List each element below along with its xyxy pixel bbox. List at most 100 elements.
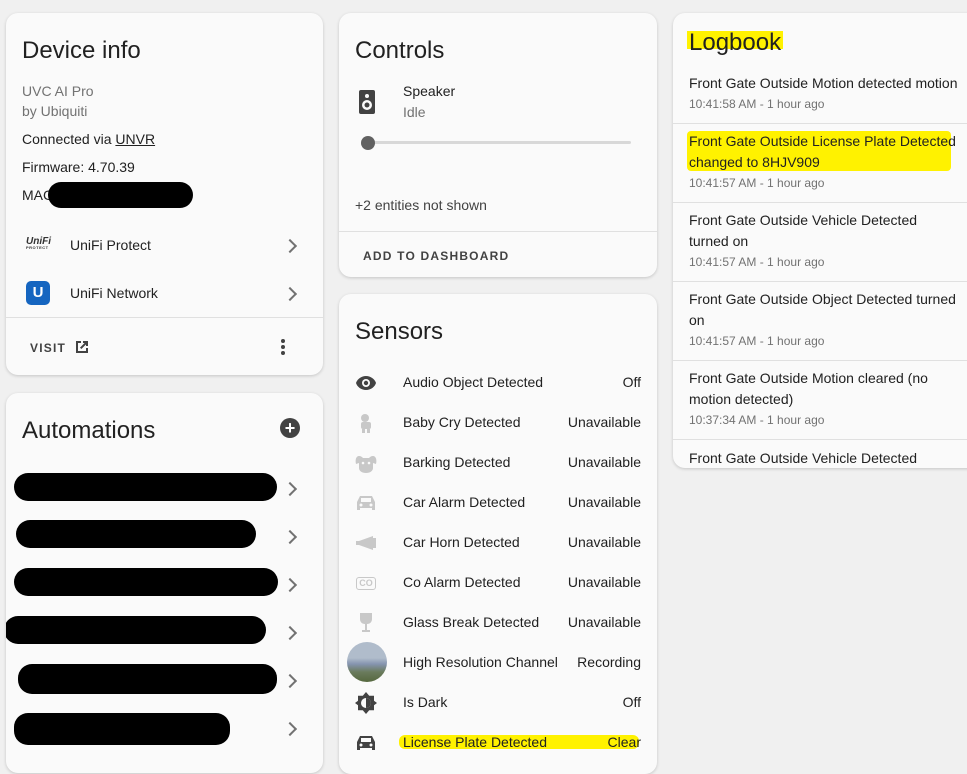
chevron-right-icon: [282, 625, 298, 641]
sensor-co-alarm[interactable]: CO Co Alarm Detected Unavailable: [339, 562, 657, 602]
dog-icon: [355, 452, 377, 474]
chevron-right-icon: [282, 238, 298, 254]
logbook-entry-text: Front Gate Outside Object Detected turne…: [689, 291, 956, 328]
chevron-right-icon: [282, 721, 298, 737]
sensor-state: Unavailable: [567, 614, 641, 630]
logbook-entry-time: 10:41:57 AM - 1 hour ago: [689, 255, 825, 269]
speaker-icon: [359, 90, 375, 114]
camera-thumbnail: [347, 642, 387, 682]
firmware-version: Firmware: 4.70.39: [22, 159, 135, 175]
connected-via-label: Connected via: [22, 131, 116, 147]
chevron-right-icon: [282, 577, 298, 593]
unifi-protect-logo-icon: UniFi PROTECT: [26, 236, 51, 250]
logbook-entry[interactable]: Front Gate Outside Motion detected motio…: [689, 73, 959, 111]
logbook-entry[interactable]: Front Gate Outside License Plate Detecte…: [689, 131, 959, 190]
divider: [673, 202, 967, 203]
sensor-state: Unavailable: [567, 494, 641, 510]
integration-unifi-network[interactable]: U UniFi Network: [6, 273, 323, 313]
add-to-dashboard-button[interactable]: ADD TO DASHBOARD: [363, 249, 509, 263]
redacted-automation[interactable]: [6, 616, 266, 644]
sensor-state: Recording: [577, 654, 641, 670]
device-info-title: Device info: [22, 37, 141, 64]
sensor-name: Barking Detected: [403, 454, 511, 470]
sensor-barking[interactable]: Barking Detected Unavailable: [339, 442, 657, 482]
redacted-automation[interactable]: [14, 568, 278, 596]
logbook-entry-time: 10:41:58 AM - 1 hour ago: [689, 97, 825, 111]
chevron-right-icon: [282, 481, 298, 497]
sensor-name: Co Alarm Detected: [403, 574, 521, 590]
car-icon: [355, 492, 377, 514]
sensor-name: Is Dark: [403, 694, 448, 710]
eye-icon: [355, 372, 377, 394]
co-icon: CO: [355, 572, 377, 594]
device-manufacturer: by Ubiquiti: [22, 103, 88, 119]
sensor-state: Off: [622, 694, 641, 710]
hidden-entities-note: +2 entities not shown: [355, 197, 487, 213]
car-icon: [355, 732, 377, 754]
automations-title: Automations: [22, 417, 156, 444]
chevron-right-icon: [282, 529, 298, 545]
sensor-high-res-channel[interactable]: High Resolution Channel Recording: [339, 642, 657, 682]
open-in-new-icon: [76, 341, 88, 353]
logbook-entry-time: 10:41:57 AM - 1 hour ago: [689, 176, 825, 190]
logbook-entry[interactable]: Front Gate Outside Vehicle Detected turn…: [689, 448, 959, 468]
sensor-car-horn[interactable]: Car Horn Detected Unavailable: [339, 522, 657, 562]
volume-slider-track[interactable]: [367, 141, 631, 144]
logbook-entry[interactable]: Front Gate Outside Object Detected turne…: [689, 289, 959, 348]
divider: [673, 123, 967, 124]
sensor-car-alarm[interactable]: Car Alarm Detected Unavailable: [339, 482, 657, 522]
logbook-entry-text: Front Gate Outside Vehicle Detected turn…: [689, 450, 918, 466]
logbook-entry-time: 10:37:34 AM - 1 hour ago: [689, 413, 825, 427]
divider: [673, 439, 967, 440]
visit-label: VISIT: [30, 341, 67, 355]
sensor-name: Car Horn Detected: [403, 534, 520, 550]
sensor-state: Unavailable: [567, 534, 641, 550]
integration-unifi-protect[interactable]: UniFi PROTECT UniFi Protect: [6, 225, 323, 265]
glass-icon: [355, 612, 377, 634]
horn-icon: [355, 532, 377, 554]
sensor-name: High Resolution Channel: [403, 654, 558, 670]
sensor-audio-object[interactable]: Audio Object Detected Off: [339, 362, 657, 402]
sensor-state: Unavailable: [567, 414, 641, 430]
redacted-automation[interactable]: [14, 713, 230, 745]
sensor-state: Unavailable: [567, 574, 641, 590]
logbook-entry[interactable]: Front Gate Outside Motion cleared (no mo…: [689, 368, 959, 427]
sensor-name: Car Alarm Detected: [403, 494, 526, 510]
redacted-automation[interactable]: [16, 520, 256, 548]
unvr-link[interactable]: UNVR: [115, 131, 155, 147]
sensors-title: Sensors: [355, 318, 444, 345]
redacted-automation[interactable]: [14, 473, 277, 501]
speaker-state: Idle: [403, 104, 426, 120]
logbook-title: Logbook: [689, 29, 782, 56]
divider: [339, 231, 657, 232]
sensor-license-plate[interactable]: License Plate Detected Clear: [339, 722, 657, 762]
unifi-network-logo-icon: U: [26, 281, 50, 305]
add-automation-icon[interactable]: +: [280, 418, 300, 438]
sensors-card: Sensors Audio Object Detected Off Baby C…: [339, 294, 657, 774]
logbook-card: Logbook Front Gate Outside Motion detect…: [673, 13, 967, 468]
device-model: UVC AI Pro: [22, 83, 94, 99]
divider: [6, 317, 323, 318]
more-options-icon[interactable]: [276, 337, 290, 357]
volume-slider-handle[interactable]: [361, 136, 375, 150]
sensor-baby-cry[interactable]: Baby Cry Detected Unavailable: [339, 402, 657, 442]
logbook-entry[interactable]: Front Gate Outside Vehicle Detected turn…: [689, 210, 959, 269]
sensor-state: Off: [622, 374, 641, 390]
chevron-right-icon: [282, 673, 298, 689]
sensor-glass-break[interactable]: Glass Break Detected Unavailable: [339, 602, 657, 642]
integration-label: UniFi Protect: [70, 237, 151, 253]
baby-icon: [355, 412, 377, 434]
divider: [673, 360, 967, 361]
sensor-is-dark[interactable]: Is Dark Off: [339, 682, 657, 722]
device-info-card: Device info UVC AI Pro by Ubiquiti Conne…: [6, 13, 323, 375]
mac-redaction: [48, 182, 193, 208]
visit-button[interactable]: VISIT: [22, 331, 102, 363]
integration-label: UniFi Network: [70, 285, 158, 301]
sensor-name: Glass Break Detected: [403, 614, 540, 630]
sensor-name: License Plate Detected: [403, 734, 547, 750]
sensor-name: Baby Cry Detected: [403, 414, 521, 430]
chevron-right-icon: [282, 286, 298, 302]
divider: [673, 281, 967, 282]
redacted-automation[interactable]: [18, 664, 277, 694]
connected-via: Connected via UNVR: [22, 131, 155, 147]
